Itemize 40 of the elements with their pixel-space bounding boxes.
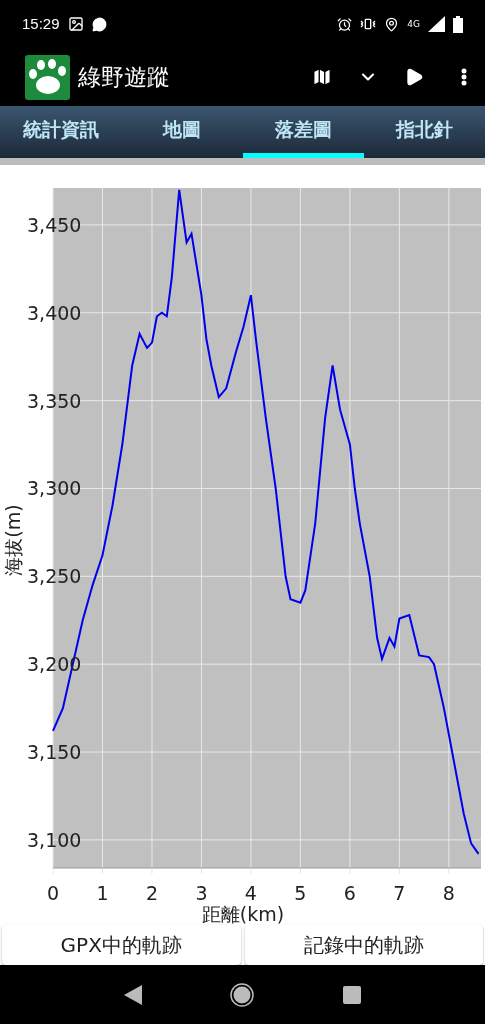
x-axis-title: 距離(km) [201, 903, 285, 925]
y-tick-label: 3,150 [27, 741, 82, 764]
chat-icon [91, 16, 107, 32]
alarm-icon [337, 16, 353, 32]
x-tick-label: 2 [145, 882, 158, 904]
status-time: 15:29 [22, 13, 60, 34]
location-icon [384, 16, 400, 32]
track-button[interactable]: GPX中的軌跡 [2, 925, 241, 965]
tab[interactable]: 指北針 [363, 106, 485, 158]
app-title: 綠野遊蹤 [78, 62, 170, 92]
x-tick-label: 1 [96, 882, 109, 904]
y-tick-label: 3,450 [27, 213, 82, 236]
x-tick-label: 5 [294, 882, 307, 904]
y-tick-label: 3,300 [27, 477, 82, 500]
y-tick-label: 3,250 [27, 565, 82, 588]
x-tick-label: 7 [393, 882, 406, 904]
image-icon [67, 16, 84, 32]
recents-icon[interactable] [342, 985, 361, 1004]
network-type: 4G [407, 19, 420, 29]
x-tick-label: 3 [195, 882, 208, 904]
more-icon [461, 68, 467, 86]
tab[interactable]: 統計資訊 [0, 106, 122, 158]
y-tick-label: 3,350 [27, 389, 82, 412]
vibrate-icon [360, 16, 377, 32]
x-tick-label: 0 [46, 882, 60, 904]
x-tick-label: 6 [343, 882, 356, 904]
y-tick-label: 3,400 [27, 301, 82, 324]
x-tick-label: 4 [244, 882, 257, 904]
signal-icon [428, 16, 445, 32]
home-icon[interactable] [230, 982, 255, 1007]
y-axis-title: 海拔(m) [2, 504, 24, 576]
map-icon [311, 66, 333, 88]
battery-icon [453, 15, 463, 33]
play-icon [404, 67, 424, 87]
back-icon[interactable] [124, 984, 143, 1005]
tab[interactable]: 地圖 [121, 106, 243, 158]
track-button[interactable]: 記錄中的軌跡 [244, 925, 483, 965]
paw-logo-icon [25, 54, 70, 100]
y-tick-label: 3,100 [27, 828, 82, 851]
x-tick-label: 8 [442, 882, 455, 904]
